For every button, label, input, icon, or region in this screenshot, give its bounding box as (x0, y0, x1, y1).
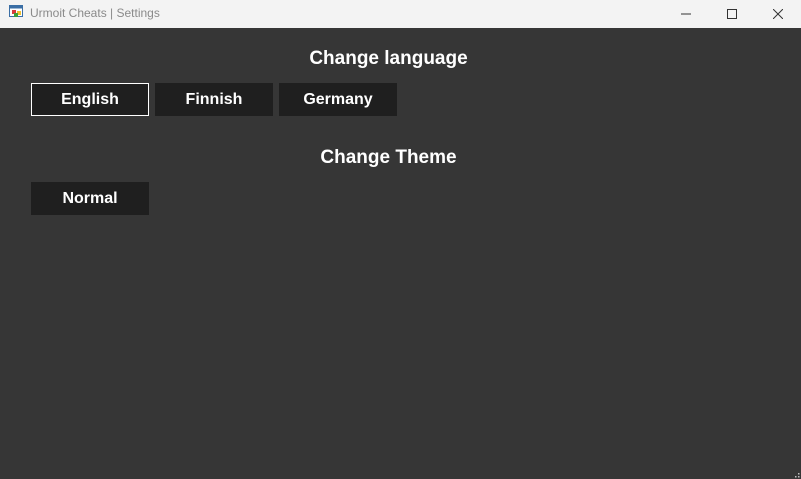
minimize-button[interactable] (663, 0, 709, 28)
title-bar[interactable]: Urmoit Cheats | Settings (0, 0, 801, 28)
settings-window: Urmoit Cheats | Settings Change language… (0, 0, 801, 479)
english-button[interactable]: English (31, 83, 149, 116)
minimize-icon (681, 9, 691, 19)
germany-button[interactable]: Germany (279, 83, 397, 116)
maximize-icon (727, 9, 737, 19)
close-icon (773, 9, 783, 19)
maximize-button[interactable] (709, 0, 755, 28)
normal-theme-button[interactable]: Normal (31, 182, 149, 215)
close-button[interactable] (755, 0, 801, 28)
resize-grip-icon[interactable] (790, 468, 800, 478)
window-title: Urmoit Cheats | Settings (30, 6, 160, 20)
app-window-icon (9, 5, 23, 19)
finnish-button[interactable]: Finnish (155, 83, 273, 116)
change-theme-heading: Change Theme (320, 147, 457, 168)
change-language-heading: Change language (309, 48, 468, 69)
